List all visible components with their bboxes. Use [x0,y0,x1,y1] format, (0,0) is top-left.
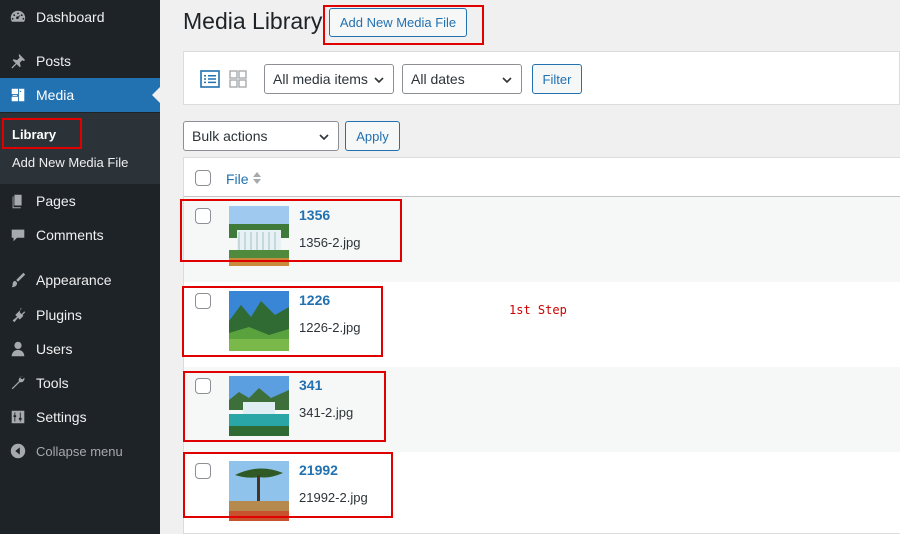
media-thumbnail[interactable] [229,461,289,521]
media-title-link[interactable]: 21992 [299,462,338,478]
sidebar-item-appearance[interactable]: Appearance [0,263,160,297]
submenu-item-add-new[interactable]: Add New Media File [12,155,128,170]
sidebar-item-label: Tools [36,375,69,391]
sidebar-item-tools[interactable]: Tools [0,366,160,400]
wrench-icon [0,374,36,392]
sidebar-item-pages[interactable]: Pages [0,184,160,218]
chevron-down-icon [318,130,330,142]
media-type-value: All media items [273,71,368,87]
brush-icon [0,271,36,289]
media-thumbnail[interactable] [229,291,289,351]
bulk-actions-select[interactable]: Bulk actions [183,121,339,151]
sidebar-item-label: Appearance [36,272,112,288]
pin-icon [0,52,36,70]
admin-sidebar: Dashboard Posts Media Library Add New Me… [0,0,160,534]
date-select[interactable]: All dates [402,64,522,94]
row-checkbox[interactable] [195,208,211,224]
table-row: 21992 21992-2.jpg [184,452,900,534]
settings-icon [0,408,36,426]
list-view-icon[interactable] [200,69,220,89]
sidebar-item-posts[interactable]: Posts [0,44,160,78]
media-filename: 21992-2.jpg [299,490,368,505]
media-thumbnail[interactable] [229,376,289,436]
collapse-menu-button[interactable]: Collapse menu [0,434,160,468]
sidebar-item-label: Plugins [36,307,82,323]
media-table: File 1356 1356-2.jpg 1226 1226-2.jpg 341… [183,157,900,534]
media-title-link[interactable]: 341 [299,377,322,393]
filter-button[interactable]: Filter [532,64,582,94]
media-thumbnail[interactable] [229,206,289,266]
sidebar-item-label: Dashboard [36,9,105,25]
media-submenu: Library Add New Media File [0,113,160,184]
sidebar-item-label: Settings [36,409,87,425]
comment-icon [0,226,36,244]
sidebar-item-dashboard[interactable]: Dashboard [0,0,160,34]
apply-button[interactable]: Apply [345,121,400,151]
media-title-link[interactable]: 1356 [299,207,330,223]
media-toolbar: All media items All dates Filter [183,52,900,105]
add-new-media-button[interactable]: Add New Media File [329,8,467,37]
media-filename: 341-2.jpg [299,405,354,420]
user-icon [0,340,36,358]
sidebar-item-label: Comments [36,227,104,243]
plugin-icon [0,306,36,324]
collapse-label: Collapse menu [36,443,123,459]
sidebar-item-label: Users [36,341,73,357]
sidebar-item-media[interactable]: Media [0,78,160,112]
bulk-actions-value: Bulk actions [192,128,268,144]
row-checkbox[interactable] [195,293,211,309]
sidebar-item-settings[interactable]: Settings [0,400,160,434]
media-title-link[interactable]: 1226 [299,292,330,308]
media-type-select[interactable]: All media items [264,64,394,94]
sidebar-item-label: Pages [36,193,76,209]
row-checkbox[interactable] [195,378,211,394]
table-row: 341 341-2.jpg [184,367,900,452]
column-file-header[interactable]: File [226,171,249,187]
sidebar-item-plugins[interactable]: Plugins [0,298,160,332]
select-all-checkbox[interactable] [195,170,211,186]
row-checkbox[interactable] [195,463,211,479]
media-filename: 1226-2.jpg [299,320,361,335]
sort-icon[interactable] [252,170,262,186]
date-value: All dates [411,71,465,87]
step-annotation: 1st Step [509,303,567,317]
sidebar-item-label: Media [36,87,75,103]
media-icon [0,86,36,104]
media-filename: 1356-2.jpg [299,235,361,250]
chevron-down-icon [373,73,385,85]
sidebar-item-label: Posts [36,53,72,69]
chevron-down-icon [501,73,513,85]
main-content: Media Library Add New Media File All med… [160,0,900,534]
page-title: Media Library [183,8,323,34]
pages-icon [0,192,36,210]
dashboard-icon [0,8,36,26]
grid-view-icon[interactable] [228,69,248,89]
sidebar-item-users[interactable]: Users [0,332,160,366]
collapse-icon [0,442,36,460]
table-row: 1356 1356-2.jpg [184,197,900,282]
submenu-item-library[interactable]: Library [12,127,56,142]
sidebar-item-comments[interactable]: Comments [0,218,160,252]
table-row: 1226 1226-2.jpg [184,282,900,367]
table-header: File [184,158,900,197]
